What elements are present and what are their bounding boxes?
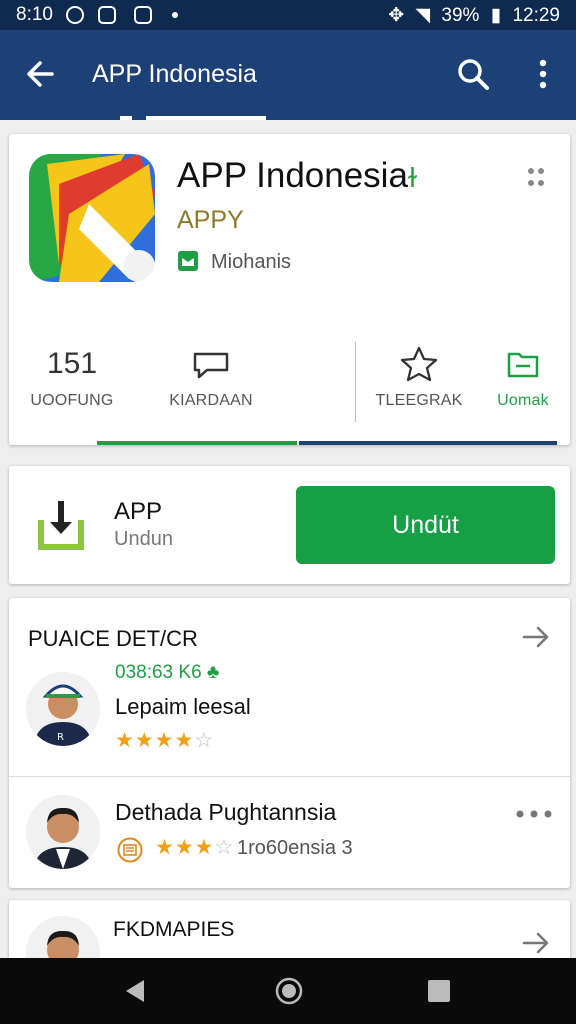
overflow-dots-icon[interactable]	[526, 164, 546, 190]
more-vert-icon[interactable]	[530, 56, 556, 92]
review-author: Dethada Pughtannsia	[115, 799, 337, 825]
stat-label: Uomak	[497, 392, 549, 409]
back-arrow-icon[interactable]	[22, 54, 62, 94]
star-outline-icon	[400, 346, 438, 382]
system-nav-bar	[0, 958, 576, 1024]
tab-indicator	[146, 116, 266, 120]
avatar	[26, 795, 100, 869]
app-category[interactable]: Miohanis	[177, 250, 291, 274]
notification-dot-icon	[172, 12, 178, 18]
stat-label: TLEEGRAK	[375, 392, 463, 409]
category-label: Miohanis	[211, 251, 292, 273]
list-item[interactable]: R 038:63 K6 ♣ Lepaim leesal ★★★★☆	[9, 662, 570, 776]
list-doc-icon	[117, 837, 143, 863]
toolbar-title: APP Indonesia	[92, 60, 257, 88]
avatar: R	[26, 672, 100, 746]
stat-rating[interactable]: TLEEGRAK	[367, 344, 471, 410]
stat-category[interactable]: Uomak	[483, 344, 563, 410]
nav-recents-icon[interactable]	[428, 980, 450, 1002]
section-title: PUAICE DET/CR	[28, 626, 198, 651]
tab-indicator	[120, 116, 132, 120]
app-header-card: APP Indonesiaɫ APPY Miohanis 151 UOOFUNG…	[9, 134, 570, 445]
search-icon[interactable]	[455, 56, 491, 92]
vibrate-icon: ✥	[388, 5, 405, 26]
install-button[interactable]: Undüt	[296, 486, 555, 564]
folder-icon	[507, 352, 539, 378]
nav-back-icon[interactable]	[122, 978, 148, 1004]
arrow-right-icon[interactable]	[521, 928, 551, 958]
stat-reviews[interactable]: KIARDAAN	[161, 344, 261, 410]
app-name-badge: ɫ	[407, 162, 418, 193]
download-title: APP	[114, 498, 163, 525]
section-title: FKDMAPIES	[113, 918, 235, 941]
download-icon	[38, 501, 84, 550]
app-name: APP Indonesiaɫ	[177, 156, 418, 195]
notification-icon	[66, 6, 84, 24]
svg-text:R: R	[57, 732, 64, 743]
divider	[355, 342, 356, 422]
app-developer[interactable]: APPY	[177, 206, 244, 235]
download-card: APP Undun Undüt	[9, 466, 570, 584]
stat-downloads[interactable]: 151 UOOFUNG	[27, 344, 117, 410]
status-right: ✥ ◥ 39% ▮ 12:29	[382, 4, 560, 27]
nav-home-icon[interactable]	[274, 976, 304, 1006]
stat-label: UOOFUNG	[30, 392, 114, 409]
rating-stars: ★★★☆	[155, 836, 235, 859]
battery-percent: 39%	[441, 5, 480, 26]
section-indicator	[299, 441, 557, 445]
category-icon	[178, 251, 198, 271]
app-toolbar: APP Indonesia	[0, 30, 576, 120]
status-time: 8:10	[16, 4, 53, 25]
review-author: Lepaim leesal	[115, 694, 251, 719]
notification-icon	[98, 6, 116, 24]
battery-icon: ▮	[490, 5, 502, 26]
reviews-card: PUAICE DET/CR R 038:63 K6 ♣ Lepaim leesa…	[9, 598, 570, 888]
tree-icon: ♣	[206, 662, 220, 683]
status-clock: 12:29	[512, 5, 560, 26]
review-subtitle: 1ro60ensia 3	[237, 837, 353, 859]
review-meta: 038:63 K6 ♣	[115, 662, 220, 683]
app-logo-icon	[29, 154, 155, 282]
rating-stars: ★★★★☆	[115, 729, 215, 752]
download-subtitle: Undun	[114, 528, 173, 550]
comment-icon	[193, 352, 229, 379]
list-item[interactable]: Dethada Pughtannsia ★★★☆ 1ro60ensia 3	[9, 776, 570, 889]
more-horiz-icon[interactable]	[514, 807, 554, 821]
stat-downloads-value: 151	[46, 347, 98, 380]
notification-icon	[134, 6, 152, 24]
status-bar: 8:10 ✥ ◥ 39% ▮ 12:29	[0, 0, 576, 30]
section-indicator	[97, 441, 297, 445]
stat-label: KIARDAAN	[169, 392, 253, 409]
wifi-icon: ◥	[415, 5, 431, 26]
arrow-right-icon[interactable]	[521, 622, 551, 652]
